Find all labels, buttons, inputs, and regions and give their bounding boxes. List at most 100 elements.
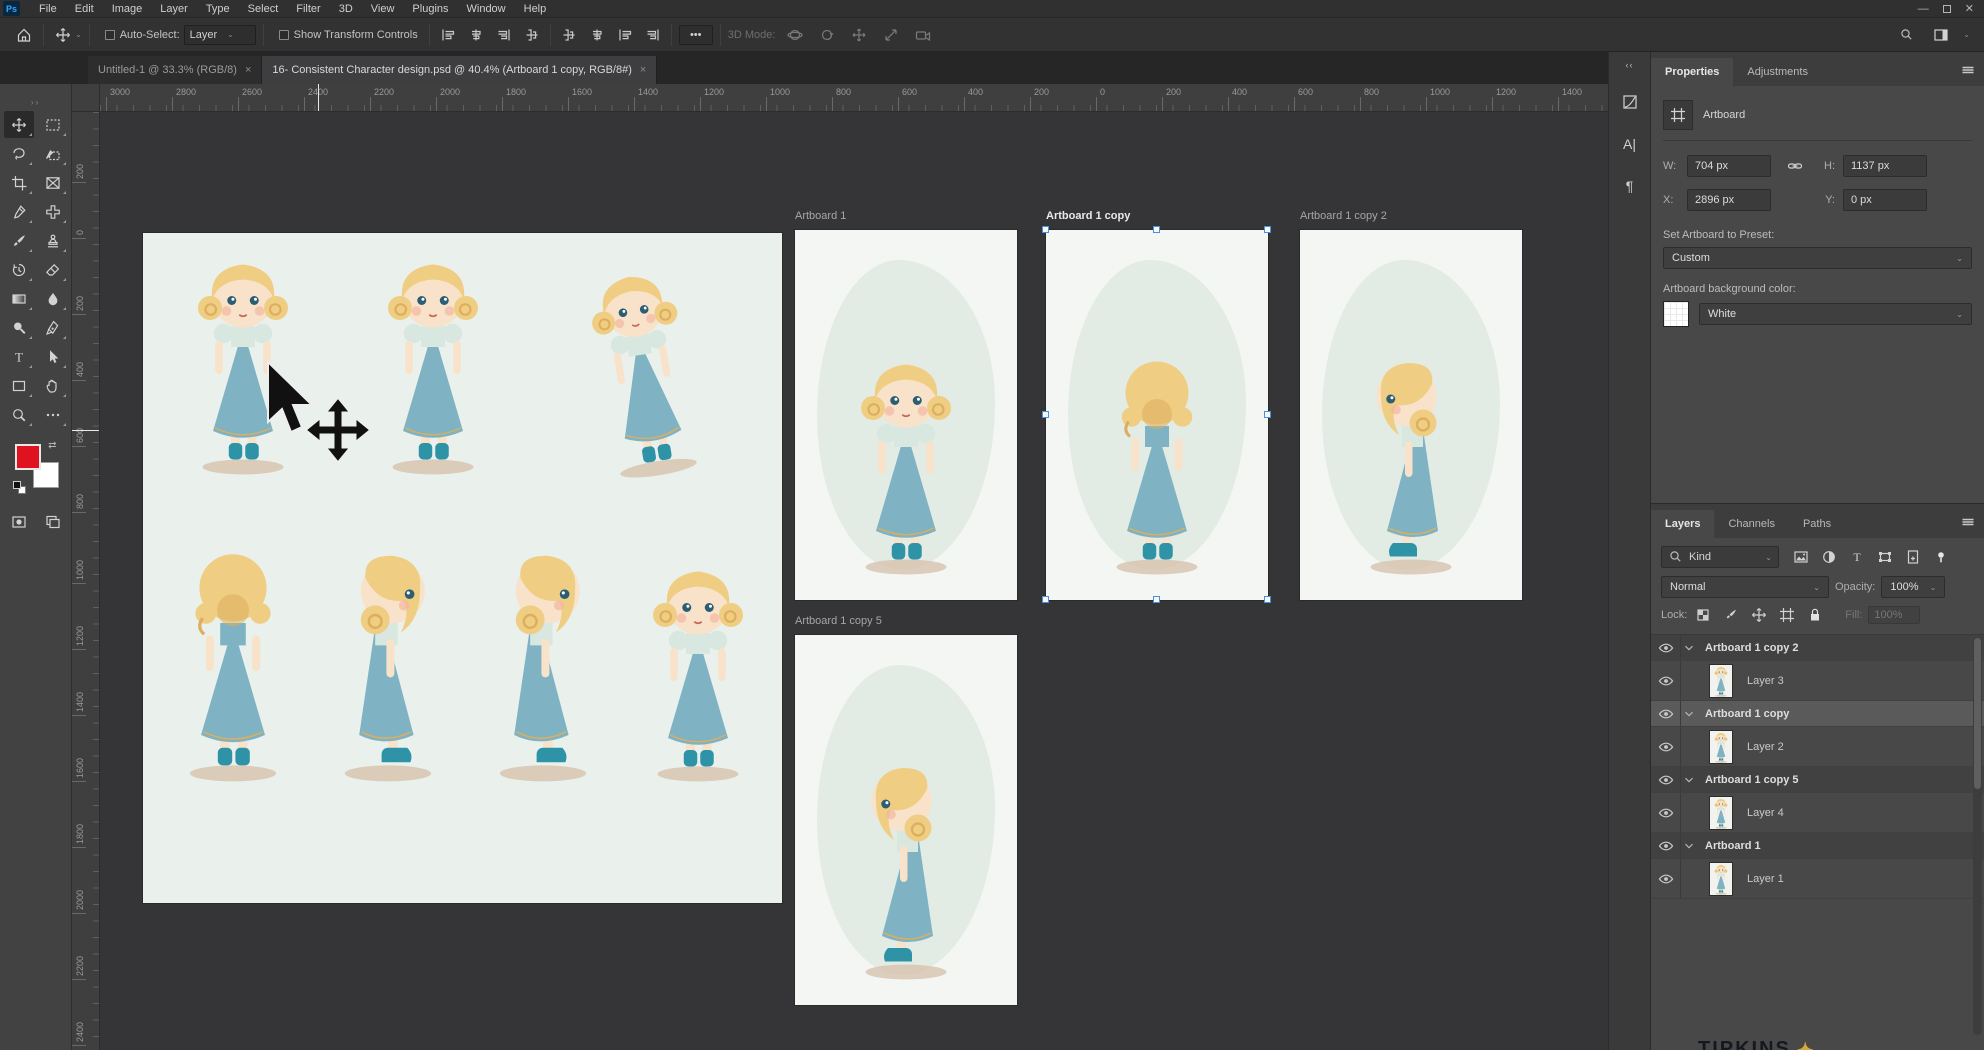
layers-scrollbar[interactable]	[1973, 637, 1982, 1035]
toolbar-grip[interactable]: ››	[0, 98, 71, 107]
expand-chevron-icon[interactable]	[1681, 706, 1699, 722]
tool-preset-chevron-icon[interactable]: ⌄	[75, 30, 82, 39]
menu-help[interactable]: Help	[515, 2, 556, 16]
more-tools[interactable]	[38, 401, 68, 428]
frame-tool[interactable]	[38, 169, 68, 196]
artboard[interactable]	[1300, 230, 1522, 600]
move-tool-preset-icon[interactable]	[51, 23, 75, 47]
layer-filter-kind-dropdown[interactable]: Kind ⌄	[1661, 546, 1779, 568]
clone-stamp-tool[interactable]	[38, 227, 68, 254]
layer-name-label[interactable]: Artboard 1 copy 5	[1705, 774, 1799, 786]
panel-menu-icon[interactable]	[1960, 514, 1976, 530]
tab-channels[interactable]: Channels	[1714, 510, 1788, 538]
crop-tool[interactable]	[4, 169, 34, 196]
artboard[interactable]	[1046, 230, 1268, 600]
workspace-switcher-icon[interactable]	[1929, 23, 1953, 47]
default-colors-icon[interactable]	[13, 481, 26, 494]
visibility-eye-icon[interactable]	[1651, 859, 1681, 898]
align-top-icon[interactable]	[558, 27, 580, 43]
brush-tool[interactable]	[4, 227, 34, 254]
hand-tool[interactable]	[38, 372, 68, 399]
artboard-name-label[interactable]: Artboard 1 copy 5	[795, 615, 882, 631]
healing-brush-tool[interactable]	[38, 198, 68, 225]
menu-window[interactable]: Window	[458, 2, 515, 16]
artboard[interactable]	[795, 635, 1017, 1005]
vertical-ruler[interactable]: 2000200400600800100012001400160018002000…	[72, 112, 100, 1050]
align-left-icon[interactable]	[437, 27, 459, 43]
align-center-h-icon[interactable]	[465, 27, 487, 43]
eyedropper-tool[interactable]	[4, 198, 34, 225]
panel-menu-icon[interactable]	[1960, 62, 1976, 78]
auto-select-target-dropdown[interactable]: Layer⌄	[184, 25, 256, 45]
shape-layer-filter-icon[interactable]	[1873, 547, 1897, 567]
x-field[interactable]: 2896 px	[1687, 189, 1771, 211]
pen-tool[interactable]	[38, 314, 68, 341]
layer-name-label[interactable]: Artboard 1 copy 2	[1705, 642, 1799, 654]
search-icon[interactable]	[1895, 23, 1919, 47]
artboard-group-row[interactable]: Artboard 1 copy 2	[1651, 635, 1984, 661]
dodge-tool[interactable]	[4, 314, 34, 341]
artboard-name-label[interactable]: Artboard 1 copy 2	[1300, 210, 1387, 226]
tab-layers[interactable]: Layers	[1651, 510, 1714, 538]
filter-switch-icon[interactable]	[1929, 547, 1953, 567]
lock-transparent-icon[interactable]	[1693, 606, 1713, 624]
menu-edit[interactable]: Edit	[66, 2, 103, 16]
ruler-origin-corner[interactable]	[72, 84, 100, 112]
adjustment-layer-filter-icon[interactable]	[1817, 547, 1841, 567]
marquee-tool[interactable]	[38, 111, 68, 138]
auto-select-checkbox[interactable]	[105, 30, 115, 40]
visibility-eye-icon[interactable]	[1651, 727, 1681, 766]
menu-file[interactable]: File	[30, 2, 66, 16]
visibility-eye-icon[interactable]	[1651, 767, 1681, 792]
layer-name-label[interactable]: Layer 3	[1747, 675, 1784, 687]
tab-properties[interactable]: Properties	[1651, 58, 1733, 86]
artboard-bg-swatch[interactable]	[1663, 301, 1689, 327]
distribute-v-icon[interactable]	[642, 27, 664, 43]
paragraph-panel-icon[interactable]: ¶	[1616, 172, 1644, 200]
visibility-eye-icon[interactable]	[1651, 635, 1681, 660]
menu-select[interactable]: Select	[239, 2, 288, 16]
y-field[interactable]: 0 px	[1843, 189, 1927, 211]
expand-panels-icon[interactable]: ‹‹	[1626, 60, 1634, 70]
drag-3d-icon[interactable]	[849, 27, 869, 43]
layer-name-label[interactable]: Layer 1	[1747, 873, 1784, 885]
object-selection-tool[interactable]	[38, 140, 68, 167]
align-center-v-icon[interactable]	[586, 27, 608, 43]
orbit-3d-icon[interactable]	[785, 27, 805, 43]
pixel-layer-filter-icon[interactable]	[1789, 547, 1813, 567]
visibility-eye-icon[interactable]	[1651, 661, 1681, 700]
minimize-button[interactable]: —	[1918, 3, 1929, 15]
layer-thumbnail[interactable]	[1709, 664, 1733, 698]
screen-mode-icon[interactable]	[41, 510, 65, 534]
foreground-color-swatch[interactable]	[15, 444, 41, 470]
menu-3d[interactable]: 3D	[330, 2, 362, 16]
lasso-tool[interactable]	[4, 140, 34, 167]
layer-name-label[interactable]: Artboard 1 copy	[1705, 708, 1789, 720]
smart-object-filter-icon[interactable]	[1901, 547, 1925, 567]
blend-mode-dropdown[interactable]: Normal⌄	[1661, 576, 1829, 598]
artboard-group-row[interactable]: Artboard 1 copy	[1651, 701, 1984, 727]
layer-row[interactable]: Layer 4	[1651, 793, 1984, 833]
path-selection-tool[interactable]	[38, 343, 68, 370]
show-transform-checkbox[interactable]	[279, 30, 289, 40]
home-icon[interactable]	[12, 23, 36, 47]
close-button[interactable]: ✕	[1965, 2, 1974, 15]
transform-handle[interactable]	[1264, 226, 1271, 233]
expand-chevron-icon[interactable]	[1681, 772, 1699, 788]
layer-name-label[interactable]: Layer 2	[1747, 741, 1784, 753]
transform-handle[interactable]	[1264, 411, 1271, 418]
width-field[interactable]: 704 px	[1687, 155, 1771, 177]
menu-type[interactable]: Type	[197, 2, 239, 16]
height-field[interactable]: 1137 px	[1843, 155, 1927, 177]
type-tool[interactable]: T	[4, 343, 34, 370]
opacity-dropdown[interactable]: 100%⌄	[1881, 576, 1945, 598]
transform-handle[interactable]	[1153, 596, 1160, 603]
gradient-tool[interactable]	[4, 285, 34, 312]
link-dimensions-icon[interactable]	[1775, 158, 1815, 174]
tab-close-icon[interactable]: ×	[245, 64, 251, 76]
artboard-group-row[interactable]: Artboard 1	[1651, 833, 1984, 859]
rectangle-tool[interactable]	[4, 372, 34, 399]
expand-chevron-icon[interactable]	[1681, 838, 1699, 854]
layer-name-label[interactable]: Layer 4	[1747, 807, 1784, 819]
visibility-eye-icon[interactable]	[1651, 701, 1681, 726]
